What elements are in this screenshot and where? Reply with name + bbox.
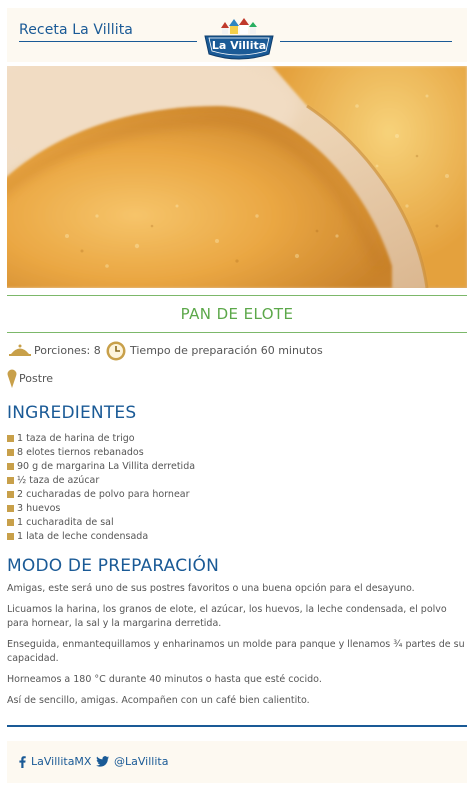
header-title: Receta La Villita [19,22,133,38]
facebook-icon [19,755,26,768]
facebook-link[interactable]: LaVillitaMX [19,755,91,768]
bullet-icon [7,448,14,456]
ingredient-item: 1 cucharadita de sal [7,515,195,529]
twitter-link[interactable]: @LaVillita [96,755,168,768]
header: Receta La Villita La Villita [7,8,467,62]
footer-rule [7,725,467,727]
serving-dish-icon [9,344,31,356]
preparation-step: Horneamos a 180 °C durante 40 minutos o … [7,674,322,685]
bullet-icon [7,490,14,498]
ingredients-list: 1 taza de harina de trigo 8 elotes tiern… [7,431,195,543]
ice-cream-icon [7,369,17,388]
ingredient-item: 2 cucharadas de polvo para hornear [7,487,195,501]
bullet-icon [7,518,14,526]
preparation-step: Así de sencillo, amigas. Acompañen con u… [7,695,310,706]
bullet-icon [7,504,14,512]
ingredient-item: ½ taza de azúcar [7,473,195,487]
recipe-photo [7,66,467,288]
preparation-steps: Amigas, este será uno de sus postres fav… [7,582,465,715]
logo-text: La Villita [212,39,266,52]
ingredient-item: 8 elotes tiernos rebanados [7,445,195,459]
bullet-icon [7,532,14,540]
bullet-icon [7,434,14,442]
clock-icon [106,341,126,361]
ingredient-item: 90 g de margarina La Villita derretida [7,459,195,473]
ingredient-item: 1 lata de leche condensada [7,529,195,543]
footer: LaVillitaMX @LaVillita [7,741,467,783]
bullet-icon [7,476,14,484]
facebook-handle: LaVillitaMX [31,755,92,768]
title-rule-bottom [7,332,467,333]
preparation-step: Enseguida, enmantequillamos y enharinamo… [7,639,465,664]
preparation-heading: MODO DE PREPARACIÓN [7,556,219,576]
preparation-step: Amigas, este será uno de sus postres fav… [7,583,415,594]
la-villita-logo[interactable]: La Villita [199,14,279,64]
portions-label: Porciones: 8 [34,344,101,357]
recipe-title: PAN DE ELOTE [180,305,294,323]
prep-time-label: Tiempo de preparación 60 minutos [130,344,323,357]
category-label: Postre [19,372,54,385]
ingredients-heading: INGREDIENTES [7,403,137,423]
ingredient-item: 3 huevos [7,501,195,515]
bullet-icon [7,462,14,470]
preparation-step: Licuamos la harina, los granos de elote,… [7,604,447,629]
header-divider-left [19,41,197,42]
title-rule-top [7,295,467,296]
twitter-handle: @LaVillita [114,755,169,768]
ingredient-item: 1 taza de harina de trigo [7,431,195,445]
header-divider-right [280,41,452,42]
twitter-icon [96,756,109,767]
